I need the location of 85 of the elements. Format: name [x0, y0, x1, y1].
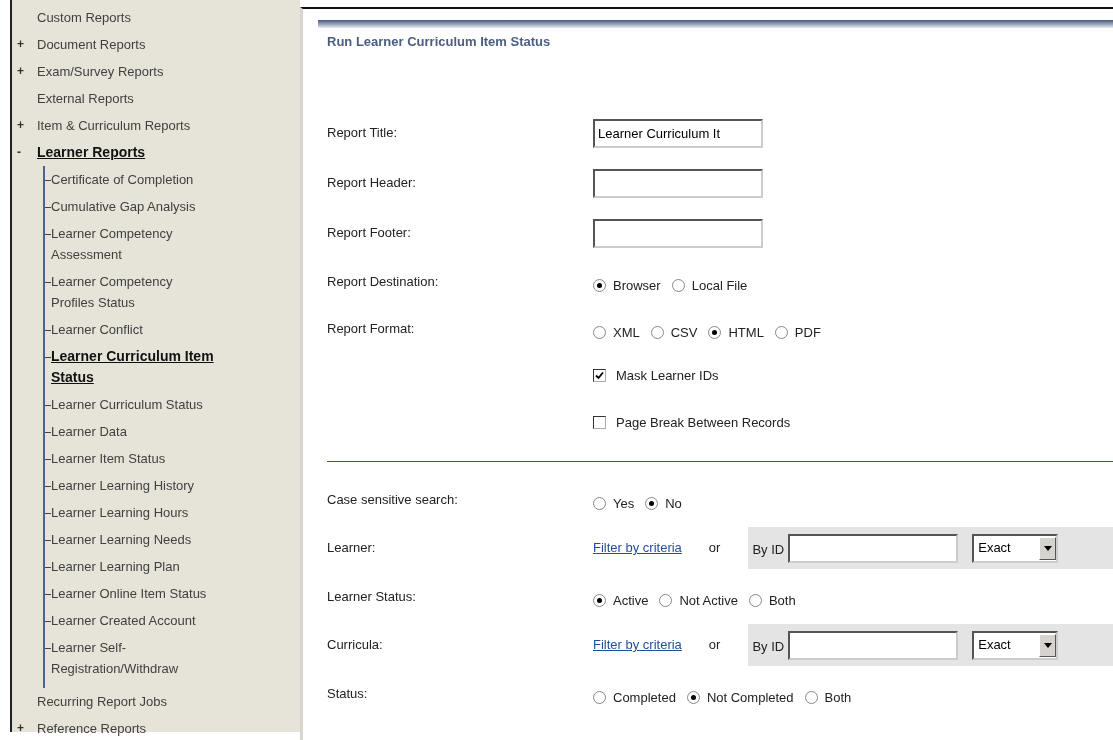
- sidebar-item[interactable]: Learner Learning Plan: [51, 556, 180, 577]
- match-dropdown[interactable]: Exact: [972, 630, 1059, 660]
- radio-label: Local File: [691, 276, 748, 295]
- field-label: Report Footer:: [327, 225, 411, 241]
- field-label: Learner:: [327, 540, 376, 556]
- radio-button[interactable]: [593, 691, 606, 704]
- sidebar-item[interactable]: Document Reports: [37, 34, 146, 55]
- radio-button[interactable]: [593, 594, 606, 607]
- filter-link[interactable]: Filter by criteria: [593, 635, 682, 655]
- radio-label: Browser: [613, 276, 661, 295]
- radio-label: PDF: [794, 323, 821, 342]
- input-field[interactable]: [593, 218, 763, 248]
- sidebar-item[interactable]: Learner Competency Profiles Status: [51, 271, 216, 313]
- radio-button[interactable]: [593, 279, 606, 292]
- radio-button[interactable]: [671, 279, 685, 292]
- radio-button[interactable]: [593, 326, 606, 339]
- sidebar-item[interactable]: Reference Reports: [37, 718, 147, 739]
- field-label: Report Destination:: [327, 273, 439, 289]
- expander-icon[interactable]: -: [12, 142, 25, 163]
- or-text: or: [708, 539, 721, 558]
- checkbox-label: Mask Learner IDs: [616, 366, 719, 385]
- radio-button[interactable]: [774, 326, 788, 339]
- radio-label: XML: [613, 323, 640, 342]
- sidebar-item[interactable]: Learner Item Status: [51, 448, 166, 469]
- radio-button[interactable]: [708, 326, 722, 339]
- checkbox[interactable]: [593, 416, 606, 429]
- sidebar-item[interactable]: Learner Reports: [37, 142, 146, 163]
- field-label: Report Format:: [327, 320, 415, 336]
- checkbox[interactable]: [593, 369, 606, 382]
- sidebar-item[interactable]: Learner Conflict: [51, 319, 143, 340]
- sidebar-item[interactable]: External Reports: [37, 88, 134, 109]
- radio-label: No: [665, 494, 682, 513]
- radio-label: Yes: [613, 494, 635, 513]
- filter-link[interactable]: Filter by criteria: [593, 538, 682, 558]
- radio-label: CSV: [670, 323, 698, 342]
- field-label: Learner Status:: [327, 588, 416, 604]
- expander-icon[interactable]: +: [12, 61, 28, 82]
- field-label: Curricula:: [327, 637, 383, 653]
- sidebar-item[interactable]: Learner Created Account: [51, 610, 196, 631]
- field-label: Report Header:: [327, 175, 416, 191]
- expander-icon[interactable]: +: [12, 34, 28, 55]
- field-label: Status:: [327, 685, 368, 701]
- radio-button[interactable]: [659, 594, 673, 607]
- sidebar-item[interactable]: Learner Self-Registration/Withdraw: [51, 637, 216, 679]
- id-label: By ID: [752, 638, 785, 657]
- sidebar-item[interactable]: Cumulative Gap Analysis: [51, 196, 196, 217]
- page-title: Run Learner Curriculum Item Status: [327, 34, 551, 50]
- sidebar-item[interactable]: Learner Competency Assessment: [51, 223, 216, 265]
- radio-label: Active: [613, 591, 649, 610]
- id-input-field[interactable]: [788, 533, 959, 563]
- radio-label: Not Active: [679, 591, 738, 610]
- radio-label: Both: [768, 591, 796, 610]
- radio-button[interactable]: [804, 691, 818, 704]
- sidebar-item[interactable]: Item & Curriculum Reports: [37, 115, 191, 136]
- expander-icon[interactable]: +: [12, 115, 28, 136]
- sidebar-item[interactable]: Exam/Survey Reports: [37, 61, 164, 82]
- radio-button[interactable]: [650, 326, 664, 339]
- or-text: or: [708, 636, 721, 655]
- sidebar-item[interactable]: Recurring Report Jobs: [37, 691, 168, 712]
- checkbox-label: Page Break Between Records: [616, 413, 791, 432]
- sidebar-item[interactable]: Learner Curriculum Status: [51, 394, 203, 415]
- sidebar-item[interactable]: Learner Online Item Status: [51, 583, 207, 604]
- field-label: Case sensitive search:: [327, 491, 458, 507]
- sidebar-item[interactable]: Learner Learning Needs: [51, 529, 192, 550]
- radio-button[interactable]: [686, 691, 700, 704]
- sidebar-item[interactable]: Learner Learning History: [51, 475, 195, 496]
- radio-label: Completed: [613, 688, 676, 707]
- sidebar-item[interactable]: Learner Data: [51, 421, 127, 442]
- input-field[interactable]: [593, 168, 763, 198]
- radio-button[interactable]: [748, 594, 762, 607]
- sidebar-item[interactable]: Learner Learning Hours: [51, 502, 189, 523]
- sidebar-item[interactable]: Certificate of Completion: [51, 169, 194, 190]
- input-field[interactable]: Learner Curriculum It: [593, 118, 763, 148]
- radio-label: Not Completed: [706, 688, 794, 707]
- radio-button[interactable]: [593, 497, 606, 510]
- sidebar-item[interactable]: Learner Curriculum Item Status: [51, 346, 216, 388]
- field-label: Report Title:: [327, 125, 398, 141]
- id-input-field[interactable]: [788, 630, 959, 660]
- sidebar-item[interactable]: Custom Reports: [37, 7, 131, 28]
- radio-label: HTML: [728, 323, 764, 342]
- id-label: By ID: [752, 541, 785, 560]
- expander-icon[interactable]: +: [12, 718, 28, 739]
- radio-label: Both: [824, 688, 852, 707]
- radio-button[interactable]: [645, 497, 659, 510]
- match-dropdown[interactable]: Exact: [972, 533, 1059, 563]
